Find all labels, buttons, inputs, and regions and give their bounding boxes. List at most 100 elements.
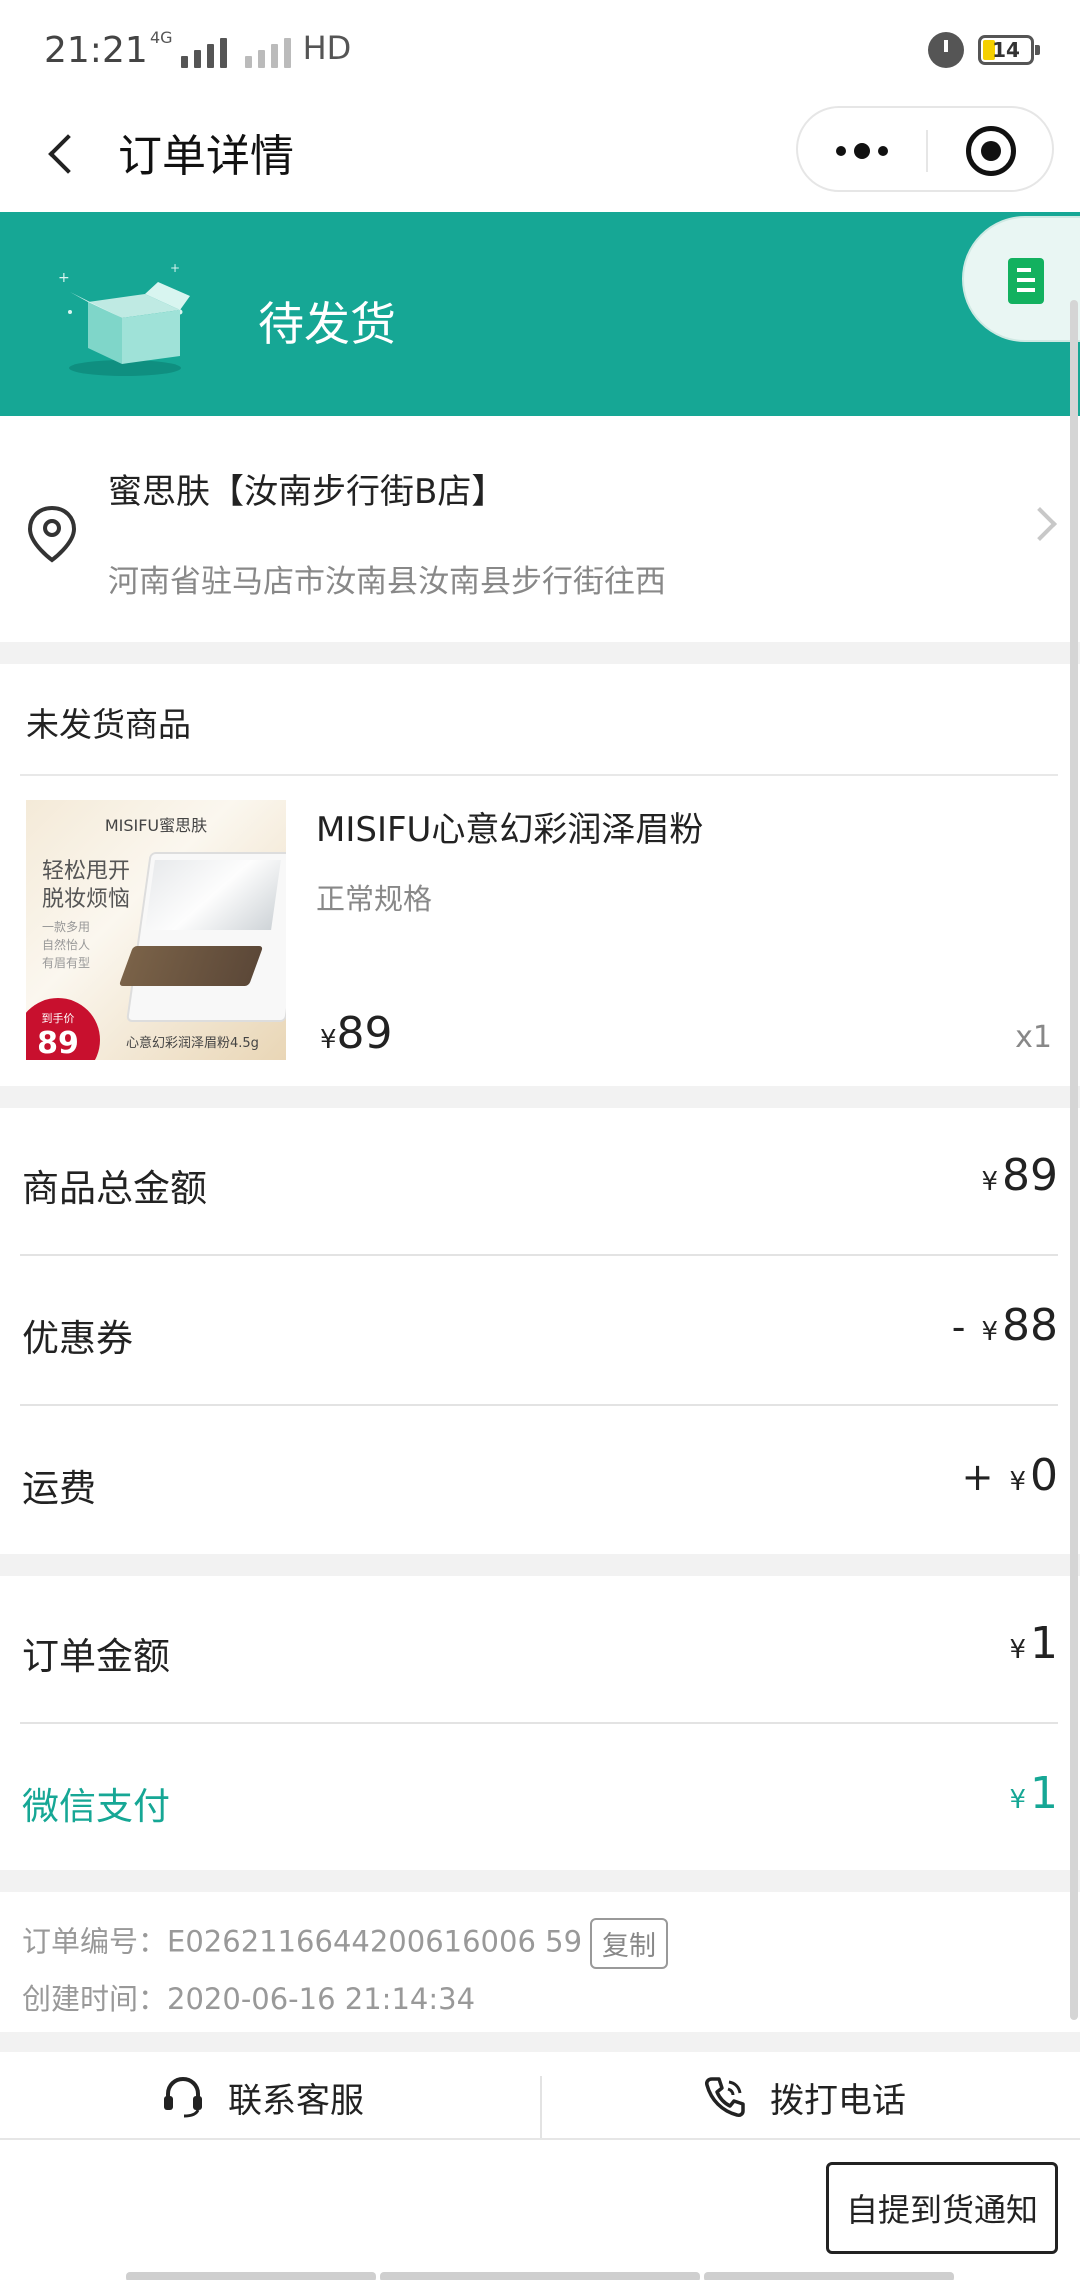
order-number-line: 订单编号：E0262116644200616006 59 复制 [22,1918,669,1969]
contact-service-button[interactable]: 联系客服 [160,2052,364,2142]
home-indicator [380,2272,700,2280]
divider [20,1404,1058,1406]
signal-indicator: 4G HD [150,28,351,68]
more-options-button[interactable] [798,108,926,194]
currency-symbol: ¥ [1009,1785,1026,1815]
pickup-notify-button[interactable]: 自提到货通知 [826,2162,1058,2254]
signal-bar [180,56,188,68]
dot-icon [854,143,870,159]
image-caption: 心意幻彩润泽眉粉4.5g [126,1036,259,1051]
product-section: 未发货商品 MISIFU蜜思肤 轻松甩开 脱妆烦恼 一款多用 自然怡人 有眉有型… [0,664,1080,1086]
chevron-right-icon [1023,507,1057,541]
signal-bar-2 [270,44,278,68]
price-value: 89 [336,1008,393,1059]
brow-powder [118,946,264,986]
amount-sign: + [961,1455,994,1499]
order-amount-label: 订单金额 [22,1635,170,1678]
coupon-value: - ¥88 [952,1300,1058,1351]
subtotal-label: 商品总金额 [22,1167,207,1210]
status-right: 14 [928,32,1040,68]
image-price-badge: 到手价 89 [26,998,100,1060]
image-slogan: 轻松甩开 脱妆烦恼 [42,858,130,914]
home-indicator [126,2272,376,2280]
page-title: 订单详情 [118,131,294,182]
image-bullets: 一款多用 自然怡人 有眉有型 [42,918,90,972]
signal-bar-2 [244,56,252,68]
signal-bar-2 [283,38,291,68]
bottom-action-bar: 自提到货通知 [0,2138,1080,2280]
document-icon [1008,258,1044,304]
divider [540,2076,542,2142]
amount-number: 88 [1002,1300,1058,1351]
product-name[interactable]: MISIFU心意幻彩润泽眉粉 [316,802,703,851]
currency-symbol: ¥ [1009,1635,1026,1665]
contact-bar: 联系客服 拨打电话 [0,2052,1080,2142]
divider [20,1722,1058,1724]
doc-line [1017,278,1035,282]
order-number: E0262116644200616006 59 [167,1924,583,1959]
amount-number: 1 [1030,1768,1058,1819]
coupon-label: 优惠券 [22,1317,133,1360]
signal-bar [193,50,201,68]
product-quantity: x1 [1015,1020,1052,1055]
order-status-banner: + + 待发货 [0,212,1080,416]
battery-icon: 14 [978,35,1040,65]
order-amount-row: 订单金额 ¥1 [0,1576,1080,1726]
product-image[interactable]: MISIFU蜜思肤 轻松甩开 脱妆烦恼 一款多用 自然怡人 有眉有型 到手价 8… [26,800,286,1060]
call-phone-label: 拨打电话 [770,2080,906,2121]
floating-order-button[interactable] [962,216,1080,342]
nav-bar: 订单详情 [0,100,1080,212]
product-spec: 正常规格 [316,882,433,916]
dot-icon [878,146,888,156]
image-bullet: 自然怡人 [42,938,91,952]
image-brand-text: MISIFU蜜思肤 [104,816,208,835]
compact-mirror [145,860,281,930]
amount-number: 0 [1030,1450,1058,1501]
order-amount-value: ¥1 [1009,1618,1058,1669]
image-slogan-line: 脱妆烦恼 [42,887,131,912]
divider [20,1254,1058,1256]
store-name: 蜜思肤【汝南步行街B店】 [108,472,506,512]
scrollbar[interactable] [1070,300,1078,2020]
currency-symbol: ¥ [320,1025,337,1055]
wechat-pay-label: 微信支付 [22,1785,170,1828]
amount-sign: - [951,1305,966,1349]
shipping-value: + ¥0 [962,1450,1058,1501]
close-mini-program-icon[interactable] [966,126,1016,176]
copy-button[interactable]: 复制 [590,1918,669,1969]
divider [20,774,1058,776]
product-price: ¥89 [320,1008,393,1059]
created-time-label: 创建时间： [22,1982,168,2016]
dot-icon [836,146,846,156]
contact-service-label: 联系客服 [228,2080,364,2121]
shipping-label: 运费 [22,1467,96,1510]
back-arrow-icon[interactable] [36,124,96,184]
image-slogan-line: 轻松甩开 [42,859,131,884]
signal-bar [206,44,214,68]
battery-level: 14 [992,38,1020,62]
doc-line [1017,288,1035,292]
store-address: 河南省驻马店市汝南县汝南县步行街往西 [108,564,666,600]
badge-label: 到手价 [41,1012,75,1025]
order-info: 订单编号：E0262116644200616006 59 复制 创建时间：2020… [0,1892,1080,2032]
box-icon: + + [58,261,190,376]
pickup-address-card[interactable]: 蜜思肤【汝南步行街B店】 河南省驻马店市汝南县汝南县步行街往西 [0,416,1080,642]
currency-symbol: ¥ [981,1317,998,1347]
phone-icon [705,2077,745,2117]
created-time: 2020-06-16 21:14:34 [167,1982,476,2016]
call-phone-button[interactable]: 拨打电话 [702,2052,906,2142]
network-type-label: 4G [150,28,173,47]
image-bullet: 一款多用 [42,920,91,934]
shipping-row: 运费 + ¥0 [0,1408,1080,1558]
wechat-pay-row: 微信支付 ¥1 [0,1726,1080,1876]
hd-label: HD [302,29,352,67]
subtotal-row: 商品总金额 ¥89 [0,1108,1080,1258]
capsule-divider [926,130,928,172]
order-number-label: 订单编号： [22,1924,168,1959]
badge-price: 89 [37,1026,79,1060]
image-bullet: 有眉有型 [42,956,91,970]
headset-icon [164,2076,202,2118]
wechat-pay-value: ¥1 [1009,1768,1058,1819]
amount-number: 89 [1002,1150,1058,1201]
svg-text:+: + [170,261,180,275]
